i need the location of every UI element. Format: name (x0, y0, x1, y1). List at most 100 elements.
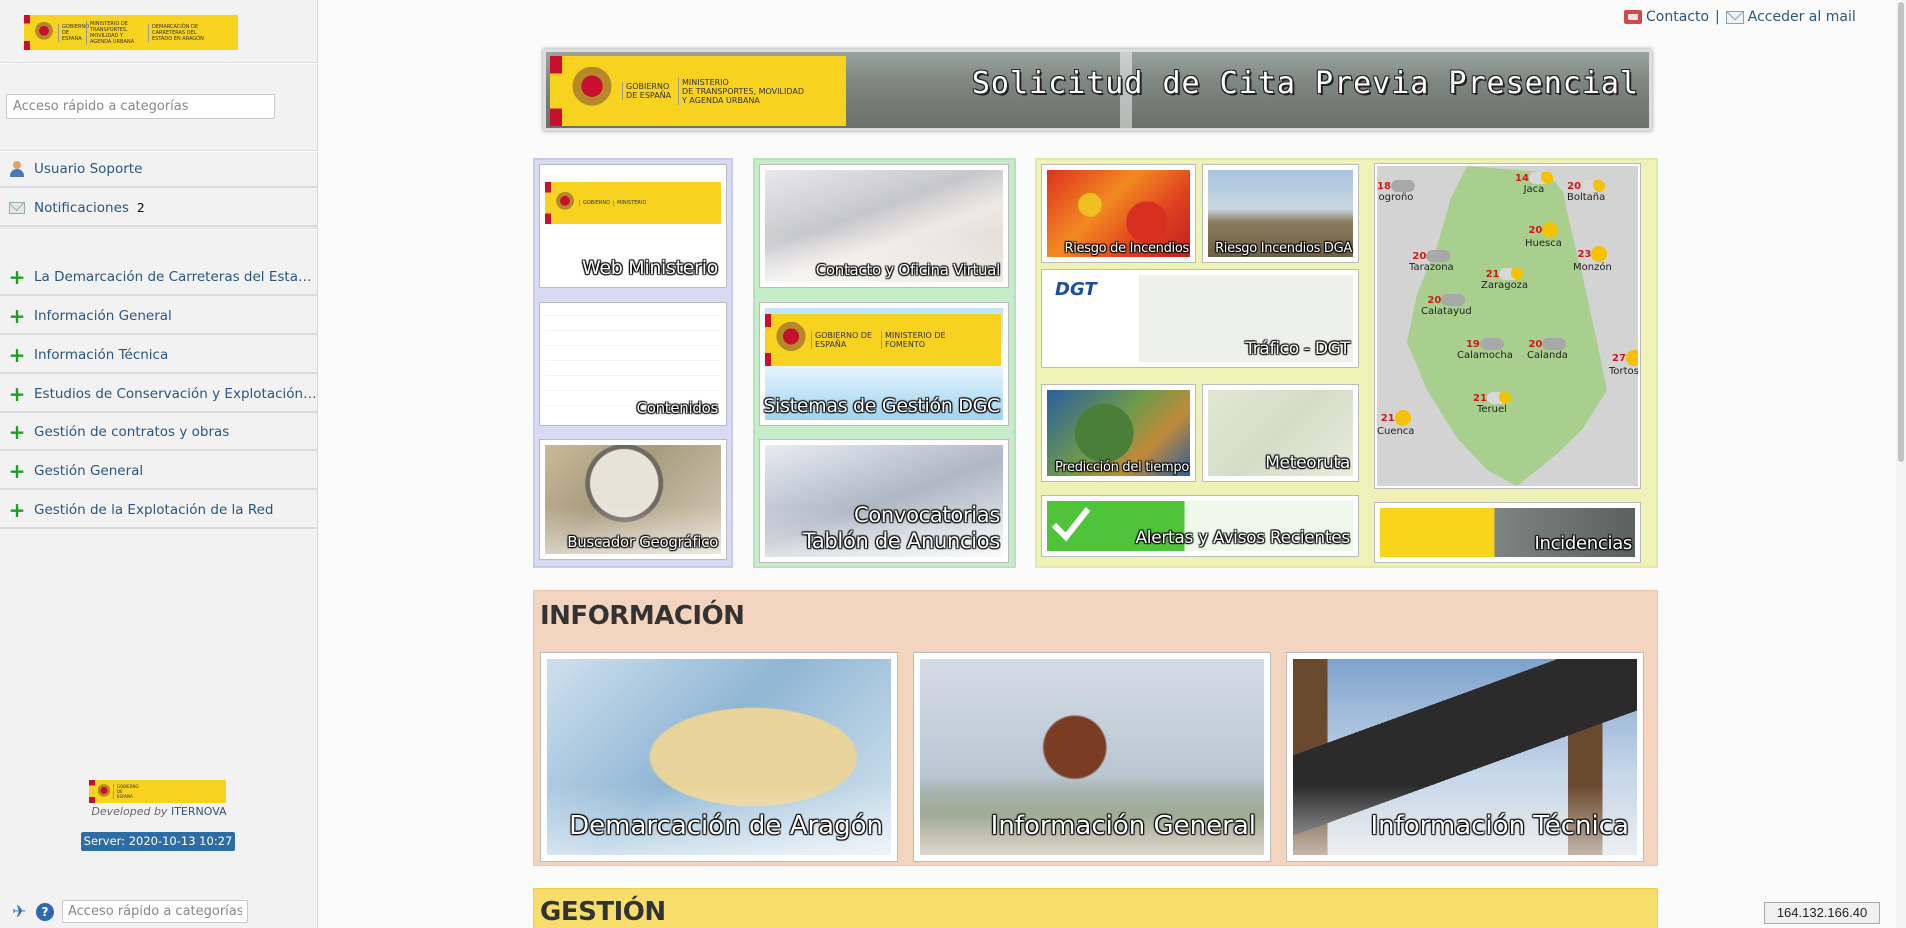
divider (0, 62, 318, 64)
tile-web-ministerio[interactable]: GOBIERNO MINISTERIO Web Ministerio (539, 164, 727, 288)
tile-label: Web Ministerio (581, 257, 718, 279)
bottom-category-search-input[interactable] (62, 900, 248, 923)
tile-riesgo-incendios-dga[interactable]: Riesgo Incendios DGA (1202, 164, 1359, 263)
footer-logo-text: GOBIERNO DE ESPAÑA (113, 784, 139, 799)
weather-marker: 21 Teruel (1473, 392, 1511, 415)
expand-plus-icon[interactable]: + (8, 461, 26, 481)
weather-city: Monzón (1573, 262, 1612, 273)
expand-plus-icon[interactable]: + (8, 306, 26, 326)
tile-incidencias[interactable]: Incidencias (1374, 502, 1641, 563)
category-explotacion[interactable]: + Gestión de la Explotación de la Red (0, 492, 318, 529)
ip-address: 164.132.166.40 (1764, 902, 1880, 924)
weather-marker: 20 Huesca (1525, 222, 1562, 249)
cloud-icon (1486, 392, 1511, 404)
coat-of-arms-icon (556, 192, 574, 214)
card-informacion-tecnica[interactable]: Información Técnica (1286, 652, 1644, 862)
contact-card-icon (1624, 10, 1642, 24)
logo-text-ministerio: MINISTERIO DE TRANSPORTES, MOVILIDAD Y A… (86, 20, 148, 45)
banner-logo-gobierno: GOBIERNO DE ESPAÑA (622, 82, 678, 100)
expand-plus-icon[interactable]: + (8, 267, 26, 287)
expand-plus-icon[interactable]: + (8, 384, 26, 404)
envelope-icon (8, 199, 26, 217)
sun-icon (1591, 246, 1608, 262)
top-links: Contacto | Acceder al mail (1624, 9, 1856, 25)
developer-link[interactable]: ITERNOVA (171, 805, 227, 818)
user-menu[interactable]: Usuario Soporte (0, 151, 318, 188)
weather-marker: 21 Cuenca (1377, 410, 1414, 437)
cloud-icon (1499, 268, 1524, 280)
category-informacion-general[interactable]: + Información General (0, 298, 318, 335)
tile-label: Contacto y Oficina Virtual (815, 261, 1001, 279)
tile-label: Alertas y Avisos Recientes (1135, 528, 1350, 548)
weather-temp: 23 (1577, 249, 1592, 260)
weather-marker: 21 Zaragoza (1481, 268, 1528, 291)
category-label: Estudios de Conservación y Explotación d… (34, 385, 318, 402)
tile-convocatorias[interactable]: Convocatorias Tablón de Anuncios (759, 439, 1009, 563)
cloud-icon (1426, 250, 1451, 262)
sun-icon (1394, 410, 1411, 426)
cloud-icon (1390, 180, 1415, 192)
scrollbar-thumb[interactable] (1898, 2, 1904, 462)
logo-line: Y AGENDA URBANA (682, 95, 760, 105)
card-demarcacion-aragon[interactable]: Demarcación de Aragón (540, 652, 898, 862)
notifications-count: 2 (136, 200, 145, 215)
logo-text-demarcacion: DEMARCACIÓN DE CARRETERAS DEL ESTADO EN … (148, 23, 218, 42)
tile-sistemas-gestion[interactable]: GOBIERNO DE ESPAÑA MINISTERIO DE FOMENTO… (759, 302, 1009, 426)
plane-icon[interactable]: ✈ (12, 903, 32, 921)
flag-icon (765, 314, 771, 366)
logo-text: MINISTERIO (613, 200, 649, 206)
checkmark-icon (1051, 507, 1091, 542)
tile-riesgo-incendios[interactable]: Riesgo de Incendios (1041, 164, 1196, 263)
coat-of-arms-icon (776, 322, 806, 358)
expand-plus-icon[interactable]: + (8, 422, 26, 442)
cloud-icon (1581, 180, 1606, 192)
help-icon[interactable]: ? (36, 902, 54, 921)
tile-contenidos[interactable]: Contenidos (539, 302, 727, 426)
tile-contacto-oficina[interactable]: Contacto y Oficina Virtual (759, 164, 1009, 288)
user-name: Usuario Soporte (34, 160, 143, 177)
vertical-scrollbar[interactable] (1896, 0, 1906, 928)
expand-plus-icon[interactable]: + (8, 345, 26, 365)
tile-label: Convocatorias Tablón de Anuncios (802, 502, 1001, 554)
cita-previa-banner[interactable]: GOBIERNO DE ESPAÑA MINISTERIO DE TRANSPO… (543, 49, 1652, 131)
weather-temp: 19 (1465, 339, 1480, 350)
cloud-icon (1441, 294, 1466, 306)
weather-map[interactable]: 18 ogroño 14 Jaca 20 Boltaña 20 Huesca 23 Monzón 2… (1374, 163, 1641, 489)
weather-temp: 21 (1485, 269, 1500, 280)
category-contratos[interactable]: + Gestión de contratos y obras (0, 414, 318, 451)
weather-temp: 20 (1528, 225, 1543, 236)
weather-city: Teruel (1476, 404, 1507, 415)
notifications-link[interactable]: Notificaciones 2 (0, 190, 318, 227)
tile-label-line: Tablón de Anuncios (802, 529, 1001, 553)
logo-line: DE ESPAÑA (626, 91, 672, 100)
category-search-input[interactable] (6, 94, 275, 119)
category-estudios[interactable]: + Estudios de Conservación y Explotación… (0, 376, 318, 413)
flag-icon (89, 780, 95, 803)
category-gestion-general[interactable]: + Gestión General (0, 453, 318, 490)
ministry-logo[interactable]: GOBIERNO DE ESPAÑA MINISTERIO DE TRANSPO… (24, 15, 238, 50)
tile-trafico-dgt[interactable]: DGT Tráfico - DGT (1041, 269, 1359, 368)
category-label: Gestión de la Explotación de la Red (34, 501, 274, 518)
weather-marker: 19 Calamocha (1457, 338, 1513, 361)
weather-temp: 20 (1427, 295, 1442, 306)
aragon-region-shape (1407, 166, 1607, 486)
tile-meteoruta[interactable]: Meteoruta (1202, 384, 1359, 482)
weather-marker: 20 Tarazona (1409, 250, 1454, 273)
card-informacion-general[interactable]: Información General (913, 652, 1271, 862)
category-informacion-tecnica[interactable]: + Información Técnica (0, 337, 318, 374)
weather-city: Jaca (1523, 184, 1545, 195)
weather-city: Tarazona (1409, 262, 1454, 273)
tile-buscador-geografico[interactable]: Buscador Geográfico (539, 439, 727, 560)
mail-link[interactable]: Acceder al mail (1748, 9, 1856, 25)
contact-link[interactable]: Contacto (1646, 9, 1709, 25)
tile-alertas-avisos[interactable]: Alertas y Avisos Recientes (1041, 495, 1359, 557)
tile-prediccion-tiempo[interactable]: Predicción del tiempo (1041, 384, 1196, 482)
weather-city: Calanda (1527, 350, 1568, 361)
weather-marker: 27 Tortosa (1609, 350, 1638, 377)
tile-label: Riesgo de Incendios (1064, 241, 1190, 256)
expand-plus-icon[interactable]: + (8, 500, 26, 520)
developed-by: Developed by ITERNOVA (0, 805, 318, 818)
category-demarcacion[interactable]: + La Demarcación de Carreteras del Estad… (0, 259, 318, 296)
tile-label: Predicción del tiempo (1054, 460, 1189, 475)
section-title: GESTIÓN (540, 897, 666, 927)
